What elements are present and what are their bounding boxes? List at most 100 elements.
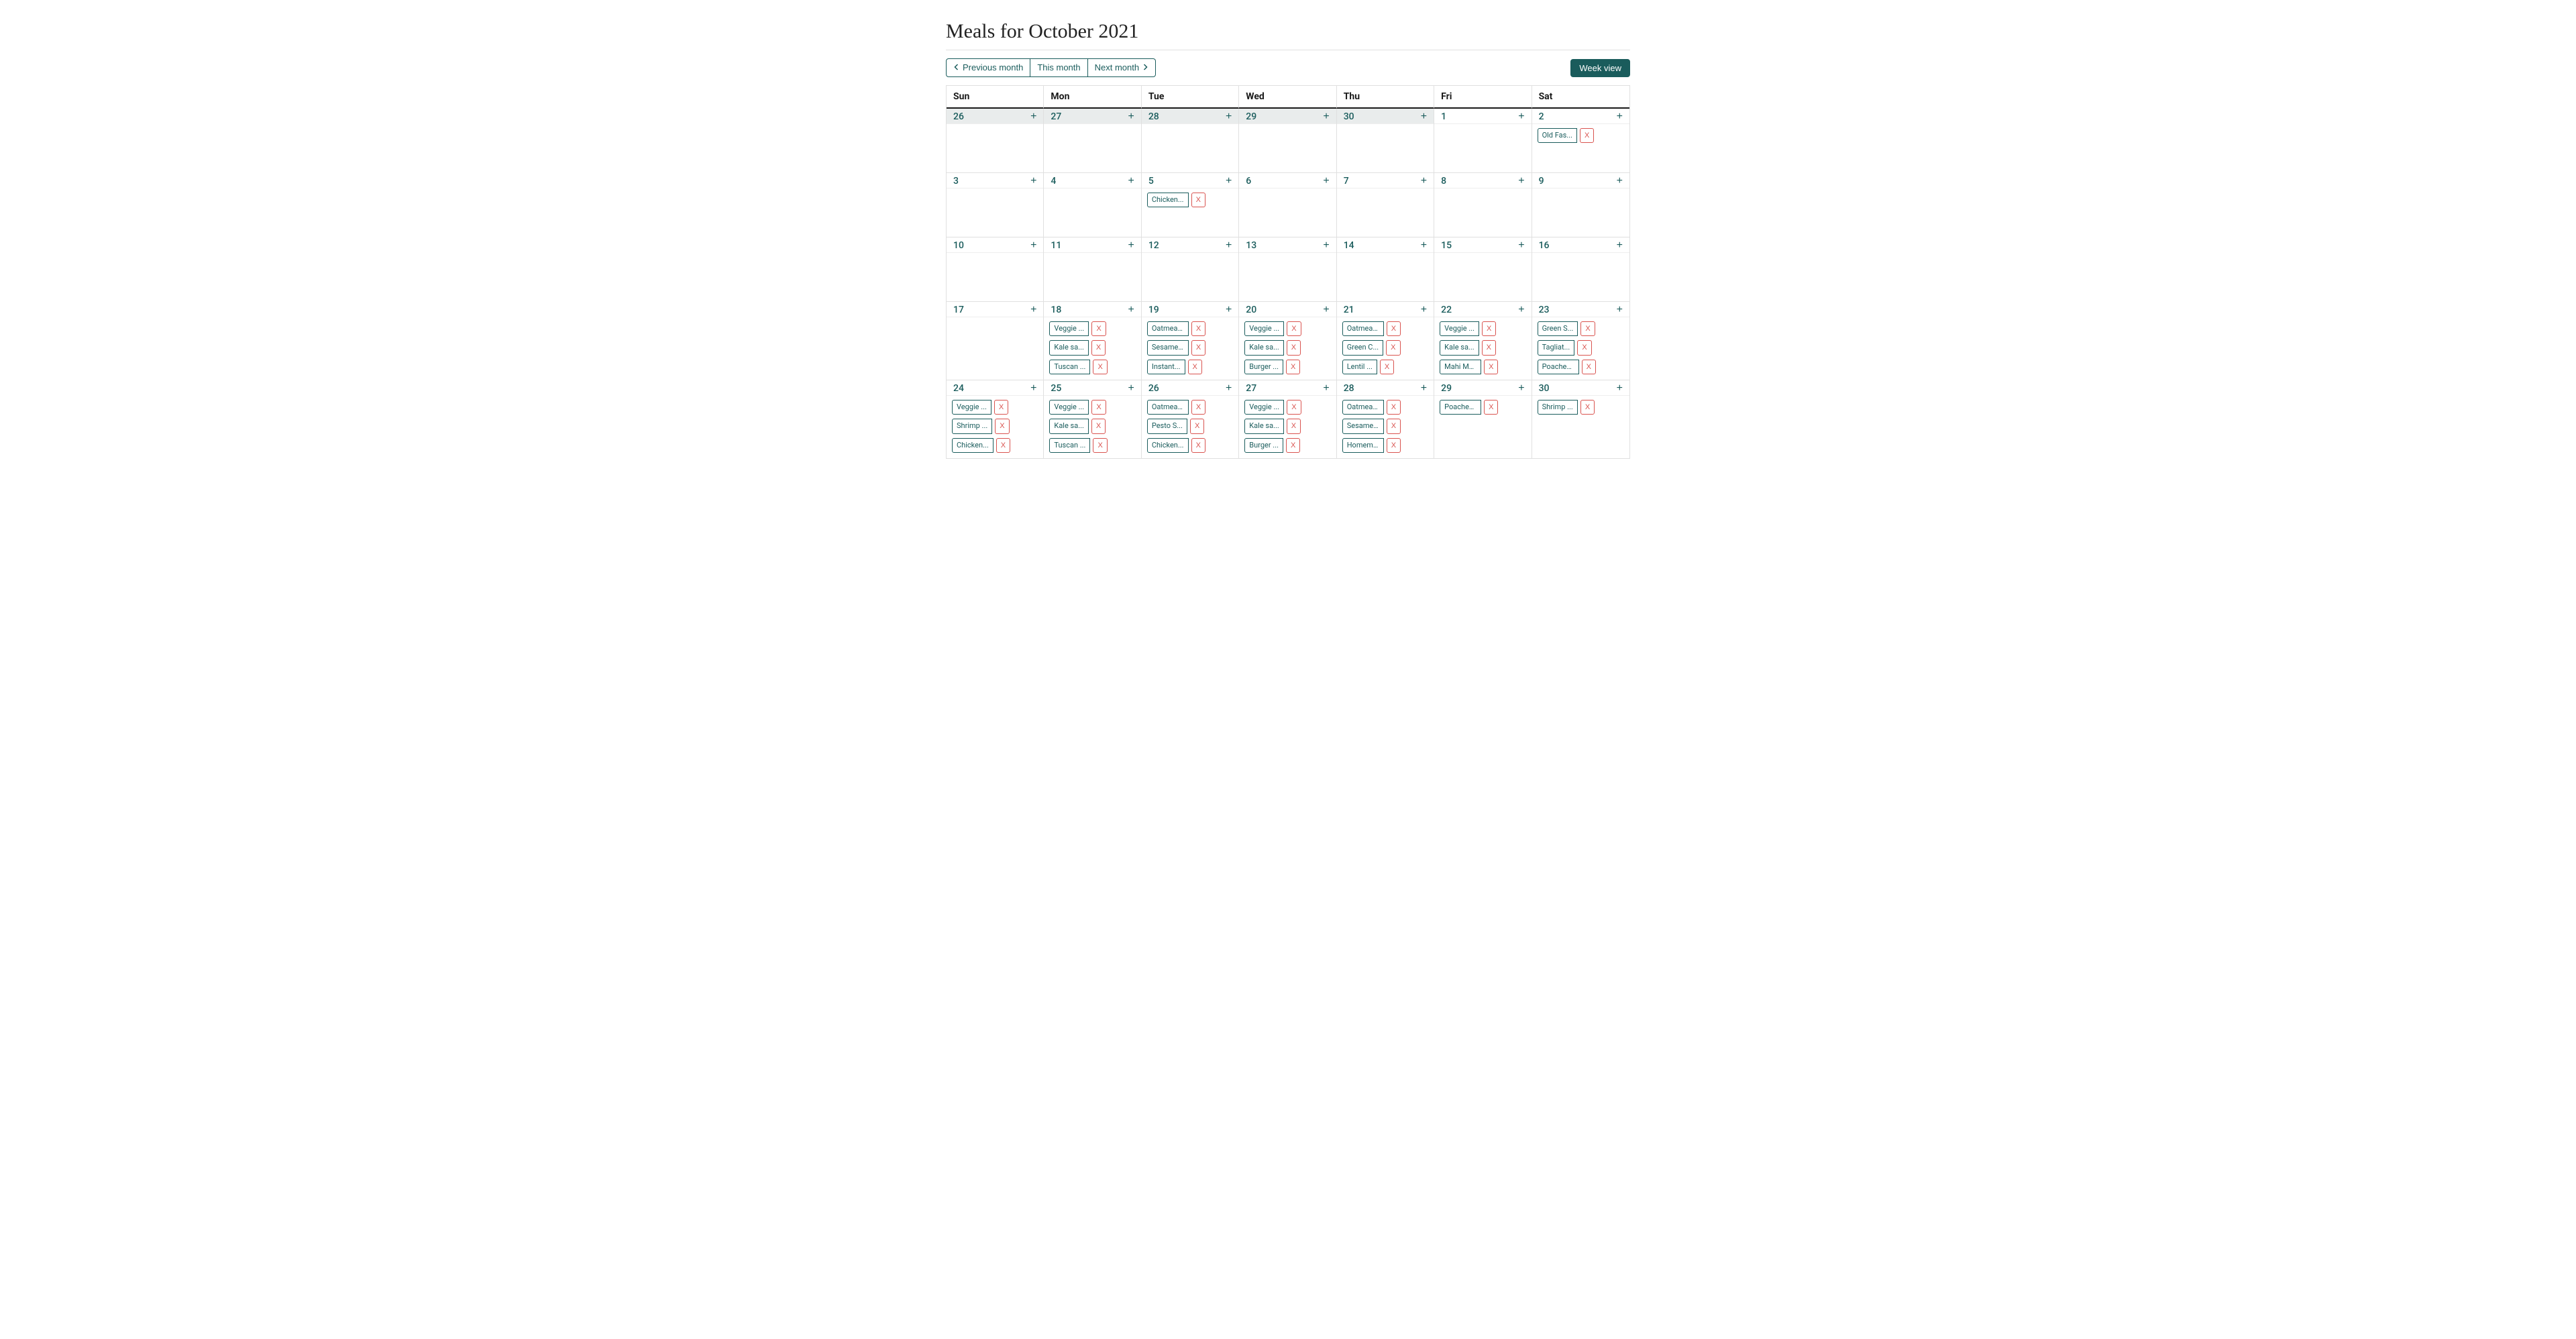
meal-delete-button[interactable]: X [995, 419, 1009, 433]
add-meal-button[interactable]: + [1419, 305, 1428, 315]
add-meal-button[interactable]: + [1419, 240, 1428, 251]
add-meal-button[interactable]: + [1517, 383, 1525, 394]
meal-label[interactable]: Chicken... [952, 438, 994, 453]
add-meal-button[interactable]: + [1224, 111, 1233, 122]
day-number[interactable]: 16 [1539, 240, 1550, 251]
add-meal-button[interactable]: + [1322, 240, 1330, 251]
add-meal-button[interactable]: + [1517, 111, 1525, 122]
meal-label[interactable]: Oatmeal... [1342, 400, 1384, 415]
meal-label[interactable]: Green S... [1538, 321, 1578, 336]
day-number[interactable]: 8 [1441, 176, 1446, 186]
meal-delete-button[interactable]: X [1484, 400, 1498, 415]
add-meal-button[interactable]: + [1322, 305, 1330, 315]
meal-delete-button[interactable]: X [1191, 400, 1205, 415]
day-number[interactable]: 11 [1051, 240, 1061, 251]
meal-label[interactable]: Poached... [1538, 360, 1579, 374]
day-number[interactable]: 14 [1344, 240, 1354, 251]
day-number[interactable]: 27 [1051, 111, 1061, 122]
add-meal-button[interactable]: + [1517, 176, 1525, 186]
meal-label[interactable]: Veggie ... [1244, 400, 1284, 415]
day-number[interactable]: 28 [1148, 111, 1159, 122]
next-month-button[interactable]: Next month [1088, 58, 1156, 77]
day-number[interactable]: 3 [953, 176, 959, 186]
meal-delete-button[interactable]: X [1380, 360, 1394, 374]
add-meal-button[interactable]: + [1322, 111, 1330, 122]
add-meal-button[interactable]: + [1419, 383, 1428, 394]
day-number[interactable]: 2 [1539, 111, 1544, 122]
meal-label[interactable]: Homemad... [1342, 438, 1384, 453]
meal-label[interactable]: Veggie ... [1244, 321, 1284, 336]
add-meal-button[interactable]: + [1224, 240, 1233, 251]
meal-delete-button[interactable]: X [1091, 419, 1106, 433]
meal-delete-button[interactable]: X [1387, 400, 1401, 415]
meal-label[interactable]: Tagliat... [1538, 340, 1575, 355]
meal-delete-button[interactable]: X [1287, 419, 1301, 433]
add-meal-button[interactable]: + [1029, 240, 1038, 251]
meal-label[interactable]: Sesame ... [1342, 419, 1384, 433]
meal-delete-button[interactable]: X [1482, 340, 1496, 355]
add-meal-button[interactable]: + [1127, 305, 1136, 315]
add-meal-button[interactable]: + [1127, 383, 1136, 394]
week-view-button[interactable]: Week view [1570, 59, 1630, 77]
meal-delete-button[interactable]: X [1387, 419, 1401, 433]
day-number[interactable]: 5 [1148, 176, 1154, 186]
meal-label[interactable]: Mahi Ma... [1440, 360, 1481, 374]
meal-delete-button[interactable]: X [1191, 193, 1205, 207]
meal-label[interactable]: Poached... [1440, 400, 1481, 415]
add-meal-button[interactable]: + [1615, 111, 1624, 122]
day-number[interactable]: 10 [953, 240, 964, 251]
meal-label[interactable]: Old Fas... [1538, 128, 1577, 143]
meal-delete-button[interactable]: X [1191, 340, 1205, 355]
day-number[interactable]: 9 [1539, 176, 1544, 186]
meal-label[interactable]: Kale sa... [1049, 340, 1088, 355]
add-meal-button[interactable]: + [1517, 240, 1525, 251]
add-meal-button[interactable]: + [1127, 240, 1136, 251]
day-number[interactable]: 29 [1441, 383, 1452, 394]
day-number[interactable]: 12 [1148, 240, 1159, 251]
meal-label[interactable]: Burger ... [1244, 438, 1283, 453]
meal-delete-button[interactable]: X [1484, 360, 1498, 374]
meal-delete-button[interactable]: X [1091, 321, 1106, 336]
day-number[interactable]: 4 [1051, 176, 1056, 186]
add-meal-button[interactable]: + [1127, 176, 1136, 186]
day-number[interactable]: 30 [1539, 383, 1550, 394]
meal-delete-button[interactable]: X [1482, 321, 1496, 336]
add-meal-button[interactable]: + [1322, 176, 1330, 186]
meal-label[interactable]: Chicken... [1147, 193, 1189, 207]
meal-delete-button[interactable]: X [1580, 128, 1594, 143]
meal-delete-button[interactable]: X [1191, 438, 1205, 453]
day-number[interactable]: 22 [1441, 305, 1452, 315]
add-meal-button[interactable]: + [1224, 176, 1233, 186]
add-meal-button[interactable]: + [1127, 111, 1136, 122]
this-month-button[interactable]: This month [1030, 58, 1087, 77]
meal-label[interactable]: Shrimp ... [1538, 400, 1578, 415]
meal-label[interactable]: Lentil ... [1342, 360, 1377, 374]
add-meal-button[interactable]: + [1224, 305, 1233, 315]
day-number[interactable]: 30 [1344, 111, 1354, 122]
meal-delete-button[interactable]: X [1190, 419, 1204, 433]
meal-delete-button[interactable]: X [1091, 340, 1106, 355]
day-number[interactable]: 26 [953, 111, 964, 122]
add-meal-button[interactable]: + [1029, 111, 1038, 122]
add-meal-button[interactable]: + [1419, 111, 1428, 122]
day-number[interactable]: 23 [1539, 305, 1550, 315]
previous-month-button[interactable]: Previous month [946, 58, 1030, 77]
meal-label[interactable]: Tuscan ... [1049, 360, 1090, 374]
meal-label[interactable]: Shrimp ... [952, 419, 992, 433]
meal-delete-button[interactable]: X [1387, 321, 1401, 336]
add-meal-button[interactable]: + [1029, 383, 1038, 394]
day-number[interactable]: 15 [1441, 240, 1452, 251]
meal-delete-button[interactable]: X [1287, 400, 1301, 415]
add-meal-button[interactable]: + [1029, 176, 1038, 186]
meal-delete-button[interactable]: X [1286, 438, 1300, 453]
meal-delete-button[interactable]: X [1577, 340, 1591, 355]
day-number[interactable]: 28 [1344, 383, 1354, 394]
meal-label[interactable]: Kale sa... [1049, 419, 1088, 433]
meal-delete-button[interactable]: X [1580, 321, 1595, 336]
meal-label[interactable]: Veggie ... [952, 400, 991, 415]
add-meal-button[interactable]: + [1224, 383, 1233, 394]
meal-label[interactable]: Kale sa... [1244, 419, 1283, 433]
meal-delete-button[interactable]: X [1287, 340, 1301, 355]
meal-delete-button[interactable]: X [1387, 438, 1401, 453]
meal-label[interactable]: Veggie ... [1049, 321, 1089, 336]
